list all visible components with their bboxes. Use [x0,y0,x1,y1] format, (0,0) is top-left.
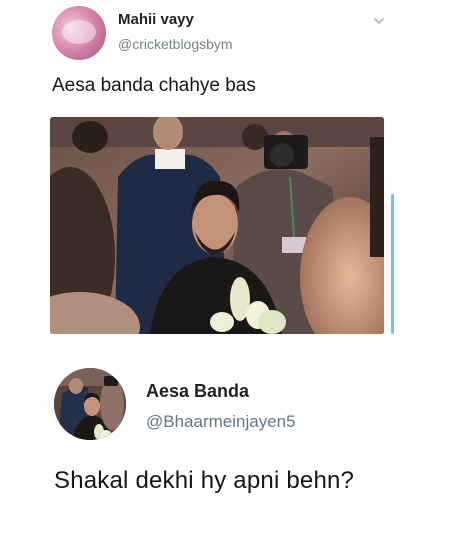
author-avatar[interactable] [52,6,106,60]
reply-author-name[interactable]: Aesa Banda [146,381,249,402]
tweet: Mahii vayy @cricketblogsbym Aesa banda c… [0,0,450,334]
scrollbar[interactable] [391,194,394,334]
avatar-image [62,20,96,44]
author-name[interactable]: Mahii vayy [118,11,194,28]
reply-text: Shakal dekhi hy apni behn? [54,467,355,494]
reply-author-handle[interactable]: @Bhaarmeinjayen5 [146,412,296,432]
author-handle[interactable]: @cricketblogsbym [118,36,233,52]
tweet-text: Aesa banda chahye bas [52,75,256,96]
chevron-down-icon[interactable] [372,14,386,28]
tweet-photo[interactable] [50,117,384,334]
reply-avatar-image [54,368,126,440]
reply-avatar[interactable] [54,368,126,440]
photo-illustration [50,117,384,334]
